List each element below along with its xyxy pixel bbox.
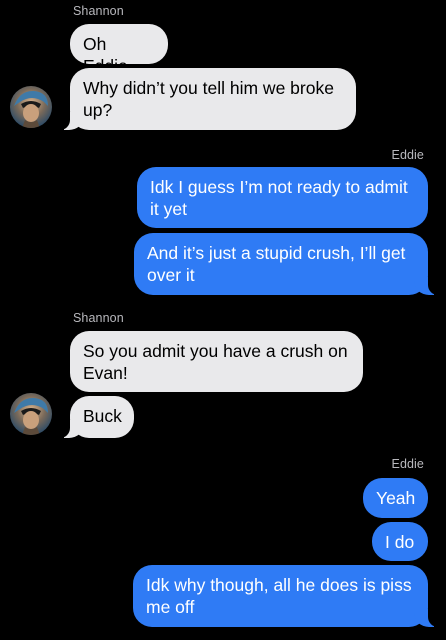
contact-avatar-icon[interactable] (10, 393, 52, 435)
message-bubble-outgoing[interactable]: And it’s just a stupid crush, I’ll get o… (134, 233, 438, 295)
avatar-photo-icon (10, 86, 52, 128)
sender-name-eddie: Eddie (391, 148, 424, 162)
message-bubble-incoming[interactable]: Oh Eddie (70, 24, 168, 76)
contact-avatar-icon[interactable] (10, 86, 52, 128)
message-bubble-outgoing[interactable]: Idk why though, all he does is piss me o… (133, 565, 438, 627)
avatar-photo-icon (10, 393, 52, 435)
sender-name-eddie: Eddie (391, 457, 424, 471)
message-bubble-outgoing[interactable]: Idk I guess I’m not ready to admit it ye… (137, 167, 428, 228)
message-bubble-outgoing[interactable]: I do (372, 522, 428, 561)
message-bubble-incoming[interactable]: So you admit you have a crush on Evan! (70, 331, 363, 392)
sender-name-shannon: Shannon (73, 4, 124, 18)
message-bubble-incoming[interactable]: Why didn’t you tell him we broke up? (60, 68, 356, 130)
message-bubble-outgoing[interactable]: Yeah (363, 478, 428, 518)
sender-name-shannon: Shannon (73, 311, 124, 325)
message-bubble-incoming[interactable]: Buck (60, 396, 134, 438)
